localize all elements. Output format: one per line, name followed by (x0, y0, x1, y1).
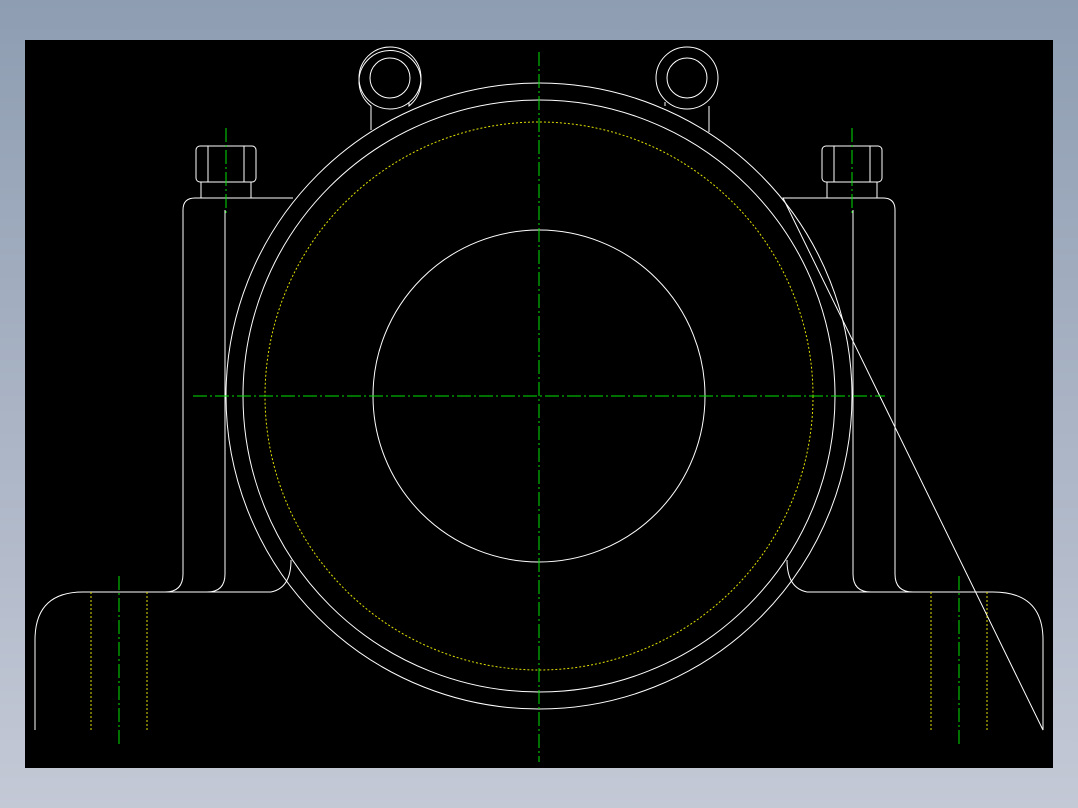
lifting-eye-left (358, 46, 422, 130)
lifting-eye-right (655, 46, 719, 132)
pedestal-web-left (206, 210, 226, 593)
pedestal-fillet-right (786, 559, 808, 593)
pedestal-web-right (852, 210, 872, 593)
pedestal-fillet-left (270, 559, 292, 593)
drawing-canvas[interactable] (25, 40, 1053, 768)
bearing-housing-drawing (34, 46, 1044, 762)
